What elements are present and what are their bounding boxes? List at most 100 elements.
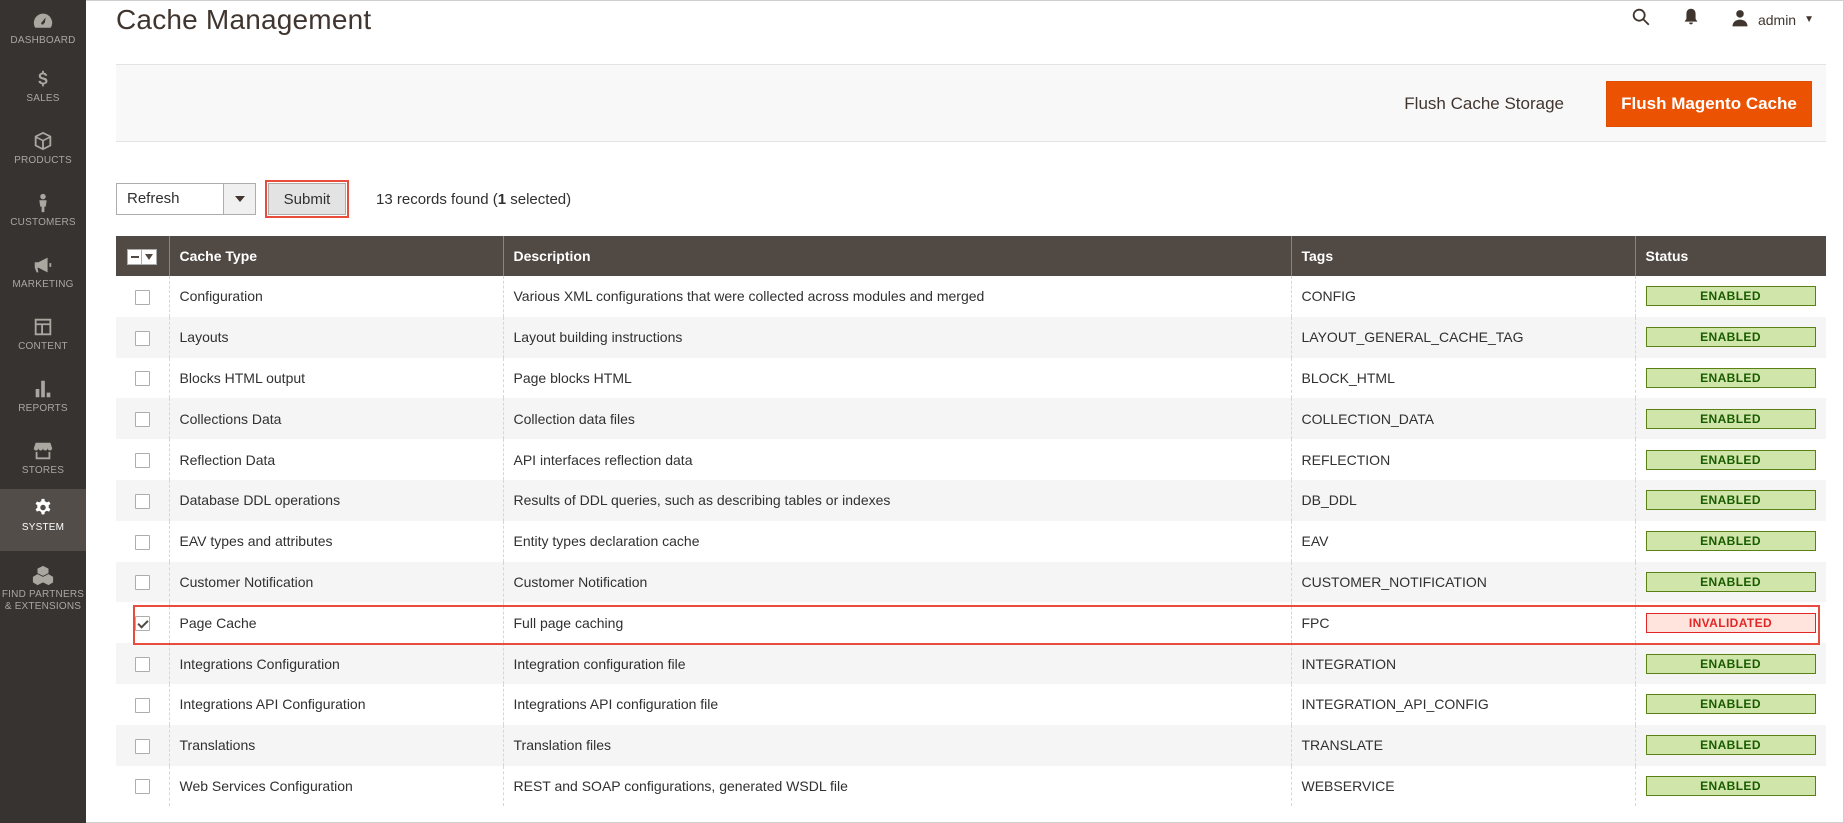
cell-description: Integration configuration file xyxy=(503,643,1292,684)
sidebar-item-stores[interactable]: STORES xyxy=(0,432,86,494)
status-badge: INVALIDATED xyxy=(1645,612,1816,633)
cell-description: API interfaces reflection data xyxy=(503,439,1292,480)
cell-tags: WEBSERVICE xyxy=(1291,765,1636,807)
row-checkbox[interactable] xyxy=(134,289,150,305)
sidebar-item-system[interactable]: SYSTEM xyxy=(0,489,86,551)
table-row[interactable]: Integrations API Configuration Integratio… xyxy=(116,683,1826,725)
admin-sidebar: DASHBOARD SALES PRODUCTS CUSTOMERS MARKE… xyxy=(0,0,86,823)
bell-icon[interactable] xyxy=(1680,6,1702,33)
row-checkbox[interactable] xyxy=(134,779,150,795)
mass-action-select[interactable]: Refresh xyxy=(116,183,256,215)
table-row[interactable]: Integrations Configuration Integration co… xyxy=(116,643,1826,684)
flush-magento-cache-button[interactable]: Flush Magento Cache xyxy=(1606,81,1812,127)
submit-button[interactable]: Submit xyxy=(265,180,349,218)
row-checkbox-cell[interactable] xyxy=(116,276,170,317)
row-checkbox-cell[interactable] xyxy=(116,357,170,399)
sidebar-item-products[interactable]: PRODUCTS xyxy=(0,122,86,184)
sidebar-item-label: CONTENT xyxy=(18,341,68,352)
cell-status: ENABLED xyxy=(1635,643,1826,684)
gear-icon xyxy=(30,495,56,521)
row-checkbox[interactable] xyxy=(134,697,150,713)
cell-tags: EAV xyxy=(1291,520,1636,562)
table-row[interactable]: Collections Data Collection data files COL… xyxy=(116,398,1826,440)
cell-tags: FPC xyxy=(1291,602,1636,644)
table-row[interactable]: Translations Translation files TRANSLATE EN… xyxy=(116,724,1826,766)
dashboard-icon xyxy=(30,8,56,34)
table-row[interactable]: Page Cache Full page caching FPC INVALIDATE… xyxy=(116,602,1826,644)
column-header-description[interactable]: Description xyxy=(503,236,1292,276)
row-checkbox[interactable] xyxy=(134,371,150,387)
column-header-cache-type[interactable]: Cache Type xyxy=(169,236,504,276)
cube-icon xyxy=(30,128,56,154)
cell-description: Customer Notification xyxy=(503,561,1292,603)
cell-tags: CONFIG xyxy=(1291,276,1636,317)
search-icon[interactable] xyxy=(1630,6,1652,33)
table-row[interactable]: Reflection Data API interfaces reflection… xyxy=(116,439,1826,480)
sidebar-item-partners[interactable]: FIND PARTNERS & EXTENSIONS xyxy=(0,556,86,626)
row-checkbox[interactable] xyxy=(134,412,150,428)
row-checkbox-cell[interactable] xyxy=(116,561,170,603)
chevron-down-icon[interactable] xyxy=(223,184,255,214)
cell-cache-type: Blocks HTML output xyxy=(169,357,504,399)
cell-tags: COLLECTION_DATA xyxy=(1291,398,1636,440)
row-checkbox[interactable] xyxy=(134,493,150,509)
row-checkbox-cell[interactable] xyxy=(116,724,170,766)
cell-description: Entity types declaration cache xyxy=(503,520,1292,562)
row-checkbox-cell[interactable] xyxy=(116,479,170,521)
sidebar-item-customers[interactable]: CUSTOMERS xyxy=(0,184,86,246)
grid-toolbar: Refresh Submit 13 records found (1 selec… xyxy=(116,180,571,218)
sidebar-item-label: CUSTOMERS xyxy=(10,217,76,228)
status-badge: ENABLED xyxy=(1645,327,1816,348)
table-row[interactable]: EAV types and attributes Entity types dec… xyxy=(116,520,1826,562)
status-badge: ENABLED xyxy=(1645,653,1816,674)
sidebar-item-reports[interactable]: REPORTS xyxy=(0,370,86,432)
row-checkbox-cell[interactable] xyxy=(116,439,170,480)
row-checkbox[interactable] xyxy=(134,616,150,632)
user-menu[interactable]: admin ▼ xyxy=(1730,8,1814,31)
table-row[interactable]: Layouts Layout building instructions LAYOU… xyxy=(116,316,1826,358)
sidebar-item-dashboard[interactable]: DASHBOARD xyxy=(0,2,86,64)
row-checkbox-cell[interactable] xyxy=(116,765,170,807)
flush-cache-storage-button[interactable]: Flush Cache Storage xyxy=(1392,84,1576,124)
cache-grid: Cache Type Description Tags Status Confi… xyxy=(116,236,1826,807)
sidebar-item-marketing[interactable]: MARKETING xyxy=(0,246,86,308)
sidebar-item-content[interactable]: CONTENT xyxy=(0,308,86,370)
mass-select-header[interactable] xyxy=(116,236,170,276)
row-checkbox-cell[interactable] xyxy=(116,602,170,644)
row-checkbox-cell[interactable] xyxy=(116,316,170,358)
cell-tags: INTEGRATION xyxy=(1291,643,1636,684)
cell-description: Various XML configurations that were col… xyxy=(503,276,1292,317)
mass-action-value: Refresh xyxy=(127,190,180,207)
row-checkbox[interactable] xyxy=(134,575,150,591)
cell-description: Translation files xyxy=(503,724,1292,766)
status-badge: ENABLED xyxy=(1645,367,1816,388)
mass-select-checkbox[interactable] xyxy=(127,248,158,265)
cell-cache-type: Integrations Configuration xyxy=(169,643,504,684)
table-row[interactable]: Customer Notification Customer Notificati… xyxy=(116,561,1826,603)
status-badge: ENABLED xyxy=(1645,775,1816,796)
row-checkbox[interactable] xyxy=(134,656,150,672)
column-header-status[interactable]: Status xyxy=(1635,236,1826,276)
row-checkbox[interactable] xyxy=(134,534,150,550)
status-badge: ENABLED xyxy=(1645,735,1816,756)
row-checkbox-cell[interactable] xyxy=(116,643,170,684)
table-row[interactable]: Configuration Various XML configurations … xyxy=(116,276,1826,317)
cell-description: REST and SOAP configurations, generated … xyxy=(503,765,1292,807)
row-checkbox-cell[interactable] xyxy=(116,520,170,562)
sidebar-item-label: STORES xyxy=(21,465,65,476)
row-checkbox[interactable] xyxy=(134,738,150,754)
status-badge: ENABLED xyxy=(1645,408,1816,429)
table-row[interactable]: Blocks HTML output Page blocks HTML BLOCK_… xyxy=(116,357,1826,399)
table-row[interactable]: Web Services Configuration REST and SOAP … xyxy=(116,765,1826,807)
cell-tags: LAYOUT_GENERAL_CACHE_TAG xyxy=(1291,316,1636,358)
row-checkbox[interactable] xyxy=(134,452,150,468)
row-checkbox-cell[interactable] xyxy=(116,398,170,440)
row-checkbox-cell[interactable] xyxy=(116,683,170,725)
column-header-tags[interactable]: Tags xyxy=(1291,236,1636,276)
cell-cache-type: Collections Data xyxy=(169,398,504,440)
sidebar-item-sales[interactable]: SALES xyxy=(0,60,86,122)
table-row[interactable]: Database DDL operations Results of DDL qu… xyxy=(116,479,1826,521)
row-checkbox[interactable] xyxy=(134,330,150,346)
cell-status: ENABLED xyxy=(1635,520,1826,562)
cell-description: Integrations API configuration file xyxy=(503,683,1292,725)
